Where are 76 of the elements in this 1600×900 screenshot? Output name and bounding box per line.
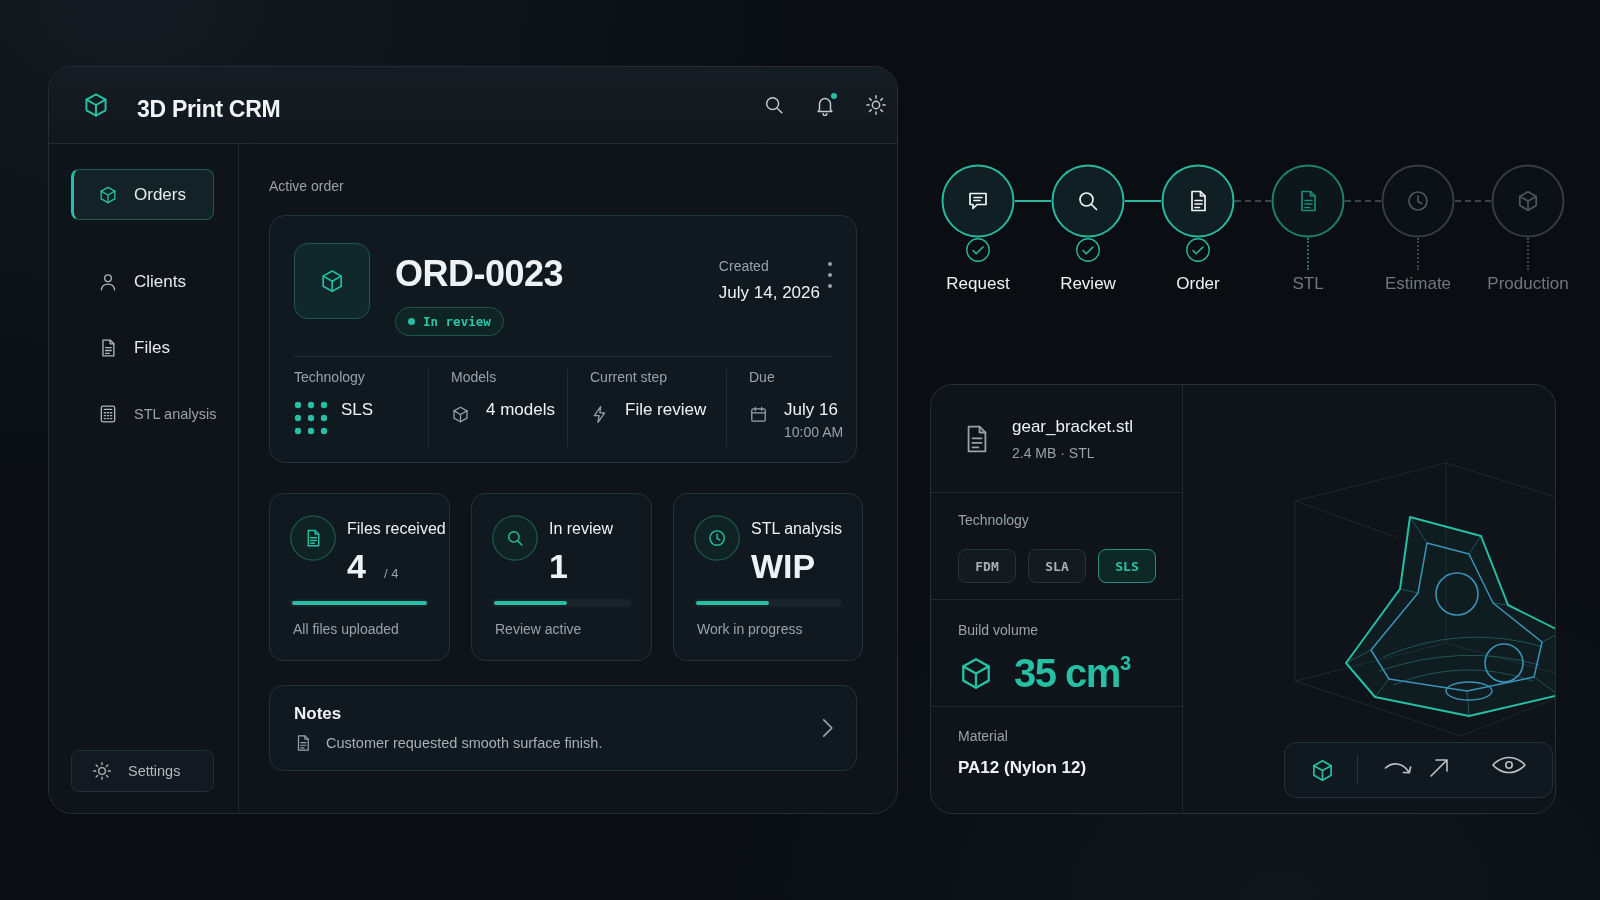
- checkmark-icon: [1186, 238, 1210, 262]
- stat-total: / 4: [383, 566, 399, 581]
- detail-value: 4 models: [486, 399, 555, 421]
- sun-icon[interactable]: [865, 94, 887, 116]
- stat-title: Files received: [347, 519, 446, 539]
- stat-caption: Work in progress: [696, 621, 803, 637]
- search-icon: [492, 515, 538, 561]
- technology-chip[interactable]: SLS: [1098, 549, 1156, 583]
- clock-icon: [694, 515, 740, 561]
- stat-value: 1: [549, 547, 568, 585]
- checkmark-icon: [1076, 238, 1100, 262]
- app-title: 3D Print CRM: [137, 96, 281, 123]
- more-options-icon[interactable]: [828, 262, 832, 288]
- file-meta: 2.4 MB · STL: [1012, 444, 1095, 461]
- cube-icon[interactable]: [1313, 759, 1332, 781]
- volume-label: Build volume: [958, 622, 1039, 638]
- detail-subvalue: 10:00 AM: [784, 423, 844, 441]
- stat-caption: All files uploaded: [292, 621, 399, 637]
- notes-text: Customer requested smooth surface finish.: [326, 735, 603, 751]
- detail-value: SLS: [341, 399, 374, 421]
- step-label: Production: [1487, 274, 1569, 294]
- detail-value: File review: [625, 399, 707, 421]
- detail-label: Due: [749, 369, 775, 385]
- material-value: PA12 (Nylon 12): [958, 758, 1087, 778]
- section-label: Active order: [269, 178, 344, 194]
- detail-value: July 16: [784, 399, 838, 421]
- step-stem-line: [1417, 238, 1419, 270]
- file-name: gear_bracket.stl: [1012, 416, 1133, 437]
- step-label: STL: [1292, 274, 1324, 294]
- step-label: Order: [1176, 274, 1220, 294]
- notes-title: Notes: [294, 704, 342, 724]
- stat-caption: Review active: [494, 621, 582, 637]
- stat-value: WIP: [751, 547, 816, 585]
- diagonal-arrow-icon[interactable]: [1430, 759, 1448, 777]
- detail-label: Current step: [590, 369, 668, 385]
- nav-item[interactable]: Orders: [71, 169, 214, 220]
- cube-icon: [451, 405, 470, 424]
- step-stem-line: [1307, 238, 1309, 270]
- stat-value: 4: [347, 547, 366, 585]
- step-stem-line: [1527, 238, 1529, 270]
- stat-title: In review: [549, 519, 614, 539]
- calculator-icon: [98, 403, 118, 424]
- status-dot-icon: [408, 318, 415, 325]
- detail-label: Technology: [294, 369, 365, 385]
- order-id: ORD-0023: [395, 254, 564, 294]
- dot-grid-icon: [294, 401, 328, 435]
- cube-icon: [98, 184, 118, 205]
- step-label: Estimate: [1384, 274, 1452, 294]
- created-date: July 14, 2026: [718, 283, 820, 303]
- eye-icon[interactable]: [1492, 756, 1526, 774]
- detail-label: Models: [451, 369, 497, 385]
- technology-chip[interactable]: SLA: [1028, 549, 1086, 583]
- sun-icon: [92, 761, 112, 781]
- document-icon: [290, 515, 336, 561]
- document-icon: [966, 424, 988, 453]
- technology-chip[interactable]: FDM: [958, 549, 1016, 583]
- step-label: Review: [1060, 274, 1116, 294]
- stat-title: STL analysis: [751, 519, 842, 539]
- calendar-icon: [749, 405, 768, 424]
- settings-button[interactable]: Settings: [71, 750, 214, 792]
- material-label: Material: [958, 728, 1008, 744]
- connector-line: [1015, 200, 1051, 202]
- nav-item[interactable]: Files: [71, 322, 214, 373]
- nav-item[interactable]: Clients: [71, 256, 214, 307]
- created-label: Created: [718, 258, 769, 274]
- step-label: Request: [946, 274, 1010, 294]
- cube-icon: [294, 243, 370, 319]
- checkmark-icon: [966, 238, 990, 262]
- search-icon[interactable]: [763, 94, 785, 116]
- cube-icon: [962, 657, 990, 689]
- connector-line: [1125, 200, 1161, 202]
- status-text: In review: [423, 314, 491, 329]
- person-icon: [98, 271, 118, 292]
- volume-value: 35 cm$^{3}$: [1014, 651, 1132, 695]
- cube-icon: [82, 91, 110, 119]
- technology-label: Technology: [958, 512, 1029, 528]
